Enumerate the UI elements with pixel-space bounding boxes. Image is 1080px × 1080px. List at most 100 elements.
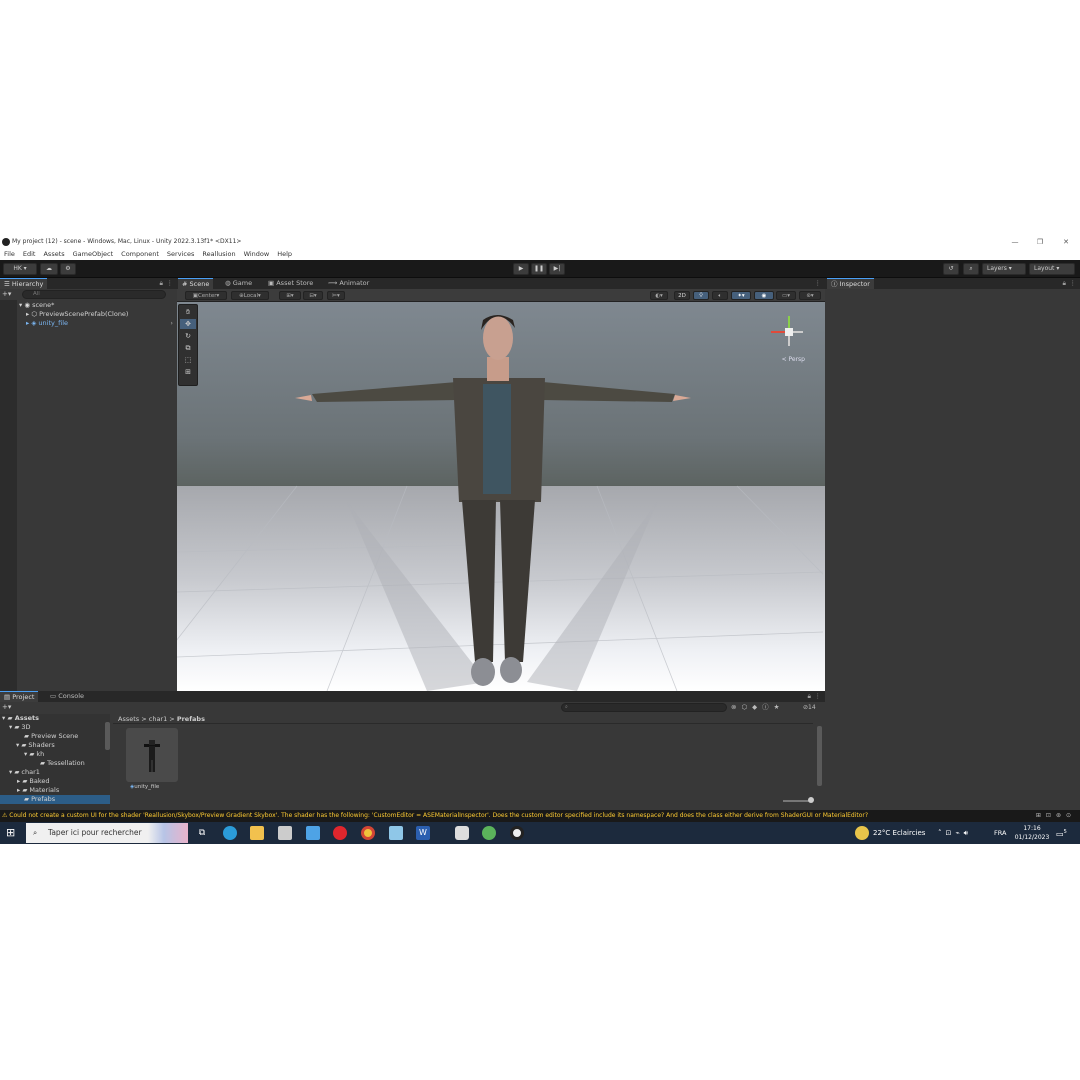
opera-icon[interactable] xyxy=(333,826,347,840)
lock-icon[interactable]: 🔒︎ xyxy=(1063,278,1066,289)
create-add-button[interactable]: +▾ xyxy=(2,290,18,299)
scene-viewport[interactable]: < Persp ✋︎ ✥ ↻ ⧉ ⬚ ⊞ xyxy=(177,302,825,691)
effects-icon[interactable]: ✦▾ xyxy=(731,291,751,300)
tree-item-3d[interactable]: ▾ ▰ 3D xyxy=(0,723,110,732)
scene-visibility-icon[interactable]: ◉ xyxy=(754,291,774,300)
rect-tool-icon[interactable]: ⬚ xyxy=(180,355,196,365)
lighting-icon[interactable]: 💡︎ xyxy=(693,291,709,300)
system-tray-icons[interactable]: ˄⊡⌁🔊︎ xyxy=(938,822,972,844)
clock[interactable]: 17:16 01/12/2023 xyxy=(1014,824,1050,842)
edge-icon[interactable] xyxy=(223,826,237,840)
lock-icon[interactable]: 🔒︎ xyxy=(808,691,811,702)
panel-menu-icon[interactable]: ⋮ xyxy=(815,278,822,289)
pause-button[interactable]: ❚❚ xyxy=(531,263,547,275)
project-search-input[interactable]: ⌕ xyxy=(561,703,727,712)
hidden-packages-count[interactable]: ⊘14 xyxy=(803,703,816,712)
snap-increment-icon[interactable]: ⊟▾ xyxy=(303,291,323,300)
project-filter-icons[interactable]: ⊗⬡◆ⓘ★ xyxy=(731,703,784,712)
tab-asset-store[interactable]: ▣ Asset Store xyxy=(264,278,317,289)
icon-size-slider-handle[interactable] xyxy=(808,797,814,803)
tab-scene[interactable]: # Scene xyxy=(178,278,214,289)
restore-button[interactable]: ❐ xyxy=(1027,236,1053,248)
tab-console[interactable]: ▭ Console xyxy=(46,691,88,702)
taskbar-search-input[interactable]: ⌕ Taper ici pour rechercher xyxy=(26,823,188,843)
unity-editor-icon[interactable] xyxy=(510,826,524,840)
menu-services[interactable]: Services xyxy=(163,248,198,260)
pivot-center-dropdown[interactable]: ▣Center▾ xyxy=(185,291,227,300)
breadcrumb-assets[interactable]: Assets xyxy=(118,715,139,723)
unity-hub-icon[interactable] xyxy=(455,826,469,840)
file-explorer-icon[interactable] xyxy=(250,826,264,840)
tab-project[interactable]: ▤ Project xyxy=(0,691,39,702)
weather-label[interactable]: 22°C Eclaircies xyxy=(873,822,925,844)
layout-dropdown[interactable]: Layout ▾ xyxy=(1029,263,1075,275)
ruler-icon[interactable]: ⊨▾ xyxy=(327,291,345,300)
tab-game[interactable]: ◍ Game xyxy=(221,278,256,289)
tree-item-materials[interactable]: ▸ ▰ Materials xyxy=(0,786,110,795)
space-local-dropdown[interactable]: ⊕Local▾ xyxy=(231,291,269,300)
create-asset-button[interactable]: +▾ xyxy=(2,703,18,712)
notification-center-icon[interactable]: ▭5 xyxy=(1056,826,1070,839)
chevron-right-icon[interactable]: › xyxy=(170,319,173,328)
windows-start-icon[interactable]: ⊞ xyxy=(6,827,18,839)
tree-item-baked[interactable]: ▸ ▰ Baked xyxy=(0,777,110,786)
hierarchy-item-unity-file[interactable]: ▸ ◈ unity_file › xyxy=(0,319,177,328)
account-dropdown[interactable]: HK ▾ xyxy=(3,263,37,275)
language-indicator[interactable]: FRA xyxy=(994,822,1006,844)
menu-file[interactable]: File xyxy=(0,248,19,260)
undo-history-icon[interactable]: ↺ xyxy=(943,263,959,275)
grid-snapping-icon[interactable]: ⊞▾ xyxy=(279,291,301,300)
toggle-2d-button[interactable]: 2D xyxy=(674,291,690,300)
move-tool-icon[interactable]: ✥ xyxy=(180,319,196,329)
character-creator-icon[interactable] xyxy=(482,826,496,840)
menu-edit[interactable]: Edit xyxy=(19,248,40,260)
collab-settings-icon[interactable]: ⚙ xyxy=(60,263,76,275)
asset-label[interactable]: ◈unity_file xyxy=(130,784,159,790)
layers-dropdown[interactable]: Layers ▾ xyxy=(982,263,1026,275)
menu-reallusion[interactable]: Reallusion xyxy=(198,248,239,260)
play-button[interactable]: ▶ xyxy=(513,263,529,275)
perspective-label[interactable]: < Persp xyxy=(782,356,805,363)
rotate-tool-icon[interactable]: ↻ xyxy=(180,331,196,341)
tree-item-char1[interactable]: ▾ ▰ char1 xyxy=(0,768,110,777)
tree-item-preview-scene[interactable]: ▰ Preview Scene xyxy=(0,732,110,741)
task-view-icon[interactable]: ⧉ xyxy=(195,826,209,840)
scale-tool-icon[interactable]: ⧉ xyxy=(180,343,196,353)
console-status-bar[interactable]: ⚠ Could not create a custom UI for the s… xyxy=(0,810,1080,822)
hierarchy-item-preview-prefab[interactable]: ▸ ⬡ PreviewScenePrefab(Clone) xyxy=(0,310,177,319)
asset-thumbnail-unity-file[interactable] xyxy=(126,728,178,782)
search-icon[interactable]: ⌕ xyxy=(963,263,979,275)
menu-gameobject[interactable]: GameObject xyxy=(69,248,118,260)
tree-item-prefabs[interactable]: ▰ Prefabs xyxy=(0,795,110,804)
draw-mode-icon[interactable]: ◐▾ xyxy=(650,291,668,300)
tree-item-assets[interactable]: ▾ ▰ Assets xyxy=(0,714,110,723)
store-icon[interactable] xyxy=(278,826,292,840)
panel-menu-icon[interactable]: ⋮ xyxy=(167,278,174,289)
hierarchy-item-scene[interactable]: ▾ ◉ scene* xyxy=(0,301,177,310)
close-button[interactable]: ✕ xyxy=(1053,236,1079,248)
word-icon[interactable]: W xyxy=(416,826,430,840)
tab-inspector[interactable]: ⓘ Inspector xyxy=(827,278,874,289)
minimize-button[interactable]: — xyxy=(1002,236,1028,248)
audio-icon[interactable]: 🔈︎ xyxy=(712,291,728,300)
tree-item-kh[interactable]: ▾ ▰ kh xyxy=(0,750,110,759)
panel-menu-icon[interactable]: ⋮ xyxy=(815,691,822,702)
step-button[interactable]: ▶| xyxy=(549,263,565,275)
cloud-icon[interactable]: ☁ xyxy=(40,263,58,275)
tab-hierarchy[interactable]: ☰ Hierarchy xyxy=(0,278,48,289)
status-icons[interactable]: ⊞⊡⊛⊙ xyxy=(1036,810,1076,822)
menu-assets[interactable]: Assets xyxy=(39,248,68,260)
mail-icon[interactable] xyxy=(306,826,320,840)
menu-window[interactable]: Window xyxy=(240,248,274,260)
hierarchy-search-input[interactable]: All xyxy=(22,290,166,299)
tab-animator[interactable]: ⟿ Animator xyxy=(324,278,373,289)
breadcrumb-prefabs[interactable]: Prefabs xyxy=(177,715,205,723)
chrome-icon[interactable] xyxy=(361,826,375,840)
tree-item-shaders[interactable]: ▾ ▰ Shaders xyxy=(0,741,110,750)
tree-item-tessellation[interactable]: ▰ Tessellation xyxy=(0,759,110,768)
panel-menu-icon[interactable]: ⋮ xyxy=(1070,278,1077,289)
hand-tool-icon[interactable]: ✋︎ xyxy=(180,307,196,317)
menu-component[interactable]: Component xyxy=(117,248,163,260)
transform-tool-icon[interactable]: ⊞ xyxy=(180,367,196,377)
app-icon[interactable] xyxy=(389,826,403,840)
